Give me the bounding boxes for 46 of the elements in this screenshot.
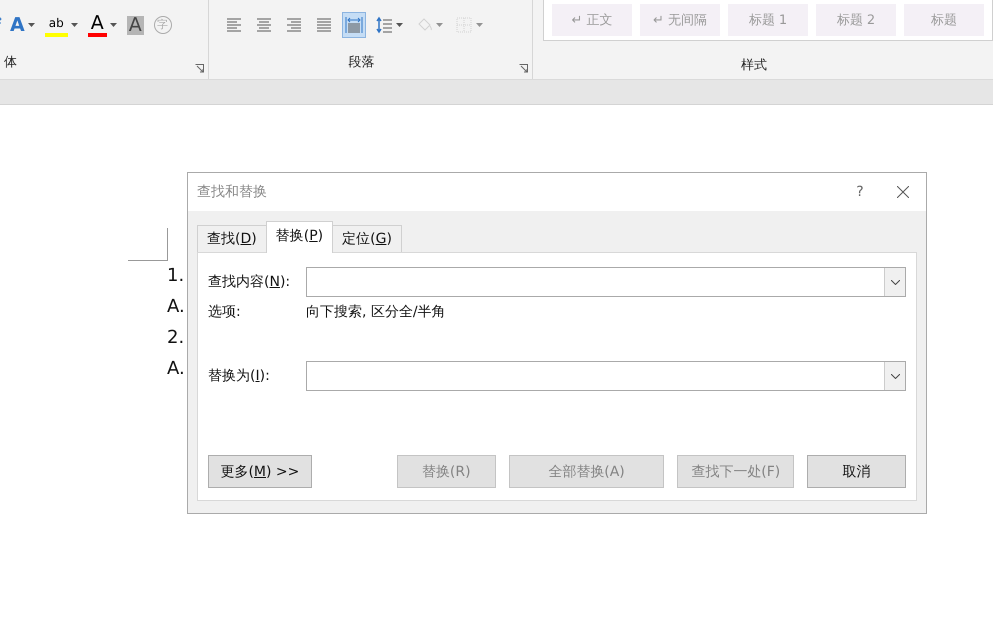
style-item[interactable]: 标题 2 bbox=[816, 4, 896, 36]
justify-icon bbox=[315, 16, 334, 34]
align-right-icon bbox=[285, 16, 304, 34]
chevron-down-icon bbox=[890, 374, 900, 378]
document-text: 1. bbox=[167, 265, 185, 286]
style-item[interactable]: 标题 bbox=[904, 4, 984, 36]
help-button[interactable]: ? bbox=[840, 183, 880, 201]
dropdown-caret-icon bbox=[396, 23, 404, 27]
chevron-down-icon bbox=[890, 280, 900, 284]
group-label: 样式 bbox=[740, 57, 768, 75]
distributed-icon bbox=[345, 16, 364, 34]
field-label: 选项: bbox=[208, 303, 242, 321]
dialog-launcher-icon[interactable] bbox=[195, 64, 204, 73]
tab[interactable]: 定位(G) bbox=[332, 225, 402, 252]
field-label: 替换为(I): bbox=[208, 367, 271, 385]
line-spacing-icon bbox=[375, 16, 394, 34]
dropdown-caret-icon bbox=[436, 23, 444, 27]
document-text: 2. bbox=[167, 327, 185, 348]
margin-corner-mark bbox=[128, 228, 168, 261]
borders-icon bbox=[455, 16, 474, 34]
window-title: 查找和替换 bbox=[197, 183, 268, 201]
document-text: A. bbox=[167, 296, 185, 317]
group-label: 段落 bbox=[348, 54, 376, 72]
text-effect-icon: A bbox=[10, 16, 25, 34]
dropdown-caret-icon bbox=[476, 23, 484, 27]
style-item[interactable]: 标题 1 bbox=[728, 4, 808, 36]
group-label: 体 bbox=[4, 54, 18, 72]
close-icon bbox=[897, 186, 909, 198]
dialog-launcher-icon[interactable] bbox=[519, 64, 528, 73]
tab[interactable]: 替换(P) bbox=[266, 221, 334, 253]
align-left-icon bbox=[225, 16, 244, 34]
font-tool-button[interactable]: A bbox=[86, 13, 119, 37]
tab[interactable]: 查找(D) bbox=[197, 225, 267, 252]
paragraph-tool-button[interactable] bbox=[343, 13, 366, 37]
style-item[interactable]: ↵ 正文 bbox=[552, 4, 632, 36]
font-tool-button[interactable]: ab bbox=[42, 13, 80, 37]
font-tool-button[interactable]: A bbox=[8, 13, 37, 37]
replace-input-field[interactable] bbox=[306, 361, 906, 391]
dialog-button[interactable]: 更多(M) >> bbox=[208, 455, 312, 488]
document-text: A. bbox=[167, 358, 185, 379]
options-text: 向下搜索, 区分全/半角 bbox=[306, 303, 447, 321]
find-input-field[interactable] bbox=[306, 267, 906, 297]
style-item[interactable]: ↵ 无间隔 bbox=[640, 4, 720, 36]
align-center-icon bbox=[255, 16, 274, 34]
field-label: 查找内容(N): bbox=[208, 273, 292, 291]
dialog-button[interactable]: 取消 bbox=[807, 455, 906, 488]
